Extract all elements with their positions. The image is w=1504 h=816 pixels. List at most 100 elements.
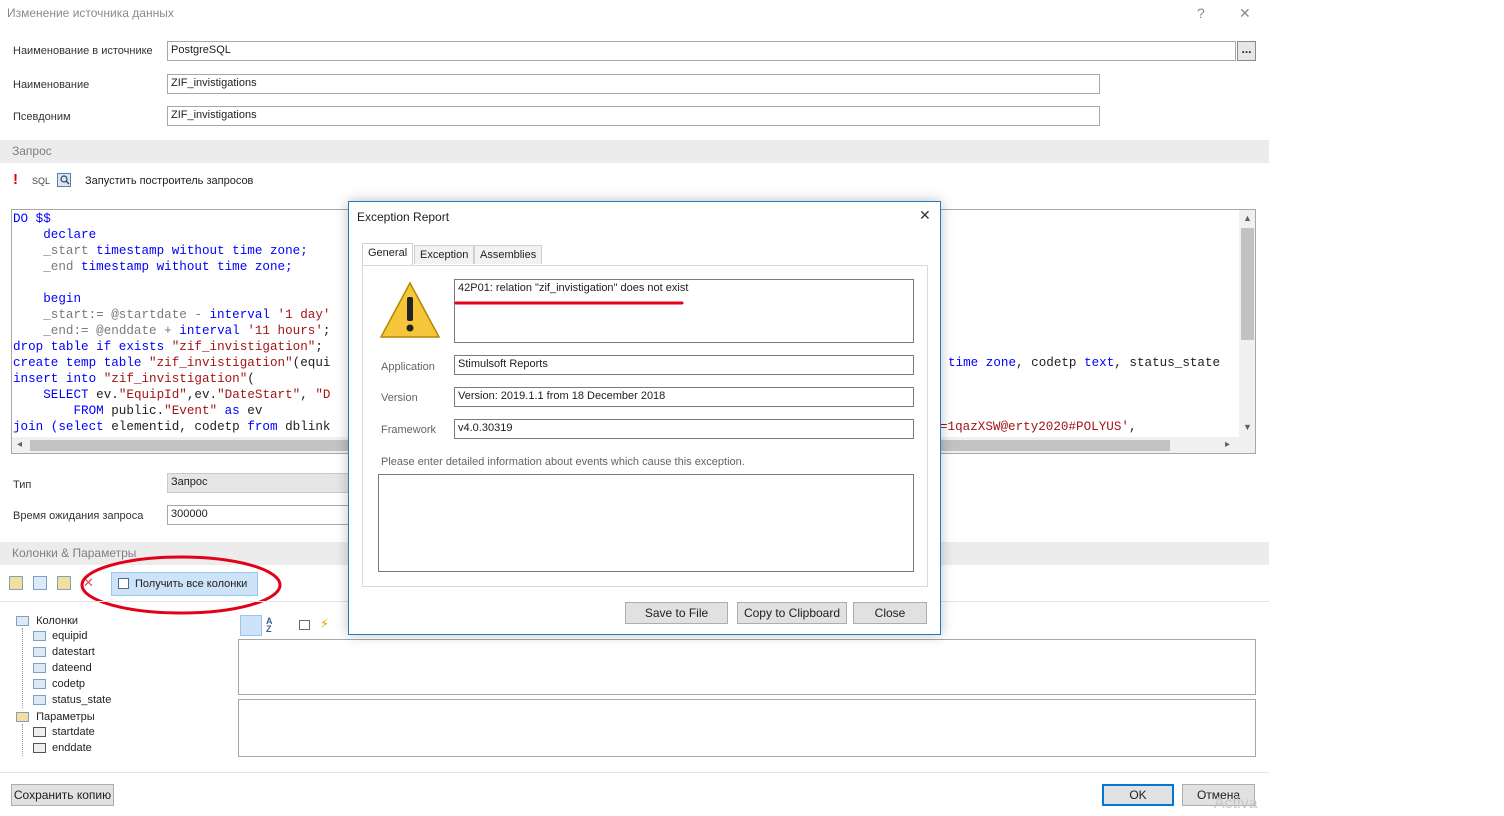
code-line[interactable]: declare <box>13 227 330 243</box>
tab-exception[interactable]: Exception <box>414 245 475 264</box>
code-token: from <box>247 420 286 434</box>
code-token: interval <box>209 308 278 322</box>
save-to-file-button[interactable]: Save to File <box>625 602 728 624</box>
tree-node-columns[interactable]: Колонки <box>16 615 78 627</box>
code-token: join <box>13 420 51 434</box>
exception-message[interactable]: 42P01: relation "zif_invistigation" does… <box>454 279 914 343</box>
tree-item-label: equipid <box>52 630 88 642</box>
tab-general[interactable]: General <box>362 243 414 265</box>
code-line[interactable]: drop table if exists "zif_invistigation"… <box>13 339 330 355</box>
type-select[interactable]: Запрос <box>167 473 349 493</box>
ok-button[interactable]: OK <box>1102 784 1174 806</box>
source-name-field[interactable]: PostgreSQL <box>167 41 1236 61</box>
tree-param-item[interactable]: startdate <box>33 726 95 738</box>
code-line[interactable]: DO $$ <box>13 211 330 227</box>
code-token: _start <box>13 308 89 322</box>
copy-to-clipboard-button[interactable]: Copy to Clipboard <box>737 602 847 624</box>
sql-code-text-right[interactable]: =1qazXSW@erty2020#POLYUS', <box>940 419 1137 435</box>
tree-node-params[interactable]: Параметры <box>16 711 95 723</box>
scroll-up-icon[interactable]: ▲ <box>1243 213 1252 223</box>
code-token: elementid, codetp <box>111 420 248 434</box>
timeout-input[interactable]: 300000 <box>167 505 349 525</box>
categorized-view-icon[interactable] <box>240 615 262 636</box>
column-icon <box>33 647 46 658</box>
code-line[interactable]: create temp table "zif_invistigation"(eq… <box>13 355 330 371</box>
events-icon[interactable]: ⚡ <box>320 616 329 632</box>
code-line[interactable]: _end timestamp without time zone; <box>13 259 330 275</box>
property-description <box>238 699 1256 757</box>
tree-item-label: enddate <box>52 742 92 754</box>
column-icon <box>33 631 46 642</box>
scroll-right-icon[interactable]: ▸ <box>1225 439 1230 450</box>
code-line[interactable]: =1qazXSW@erty2020#POLYUS', <box>940 419 1137 435</box>
code-token: begin <box>13 292 82 306</box>
tree-column-item[interactable]: codetp <box>33 678 85 690</box>
scroll-left-icon[interactable]: ◂ <box>17 439 22 450</box>
code-token: ; <box>315 340 323 354</box>
help-button[interactable]: ? <box>1197 5 1205 21</box>
code-line[interactable]: time zone, codetp text, status_state <box>948 355 1220 371</box>
code-token: ; <box>322 324 331 338</box>
timeout-label: Время ожидания запроса <box>13 510 144 522</box>
code-token: timestamp without time zone; <box>96 244 308 258</box>
code-line[interactable]: join (select elementid, codetp from dbli… <box>13 419 330 435</box>
version-label: Version <box>381 392 418 404</box>
framework-label: Framework <box>381 424 437 436</box>
property-grid[interactable] <box>238 639 1256 695</box>
vertical-scroll-thumb[interactable] <box>1241 228 1254 340</box>
code-token: create temp table <box>13 356 150 370</box>
tree-column-item[interactable]: dateend <box>33 662 92 674</box>
source-browse-button[interactable]: ... <box>1237 41 1256 61</box>
tree-column-item[interactable]: equipid <box>33 630 87 642</box>
sort-az-icon[interactable]: AZ <box>266 617 273 634</box>
code-line[interactable]: _start timestamp without time zone; <box>13 243 330 259</box>
framework-field[interactable]: v4.0.30319 <box>454 419 914 439</box>
code-token: as <box>217 404 248 418</box>
code-token: "EquipId" <box>118 388 187 402</box>
tab-assemblies[interactable]: Assemblies <box>474 245 543 264</box>
code-token: drop table if exists <box>13 340 172 354</box>
code-line[interactable]: FROM public."Event" as ev <box>13 403 330 419</box>
sql-button[interactable]: SQL <box>32 176 50 186</box>
properties-icon[interactable] <box>299 620 310 630</box>
sql-code-text[interactable]: DO $$ declare _start timestamp without t… <box>13 211 330 435</box>
code-line[interactable]: SELECT ev."EquipId",ev."DateStart", "D <box>13 387 330 403</box>
code-token: timestamp without time zone; <box>81 260 293 274</box>
code-line[interactable]: insert into "zif_invistigation"( <box>13 371 330 387</box>
scroll-down-icon[interactable]: ▼ <box>1243 422 1252 432</box>
annotation-ellipse <box>80 555 282 615</box>
code-token: dblink <box>285 420 331 434</box>
new-parameter-icon[interactable] <box>57 576 71 590</box>
alias-field[interactable]: ZIF_invistigations <box>167 106 1100 126</box>
column-icon <box>33 679 46 690</box>
warning-icon[interactable]: ! <box>13 171 18 188</box>
tree-param-item[interactable]: enddate <box>33 742 92 754</box>
tree-guide-line <box>22 628 23 708</box>
window-close-button[interactable]: ✕ <box>1239 5 1251 22</box>
new-column-icon[interactable] <box>9 576 23 590</box>
code-token: _start <box>13 244 97 258</box>
query-builder-icon[interactable] <box>57 173 71 187</box>
code-line[interactable]: _start:= @startdate - interval '1 day' <box>13 307 330 323</box>
tree-column-item[interactable]: status_state <box>33 694 111 706</box>
code-line[interactable] <box>13 275 330 291</box>
save-copy-button[interactable]: Сохранить копию <box>11 784 114 806</box>
code-token: "DateStart" <box>217 388 301 402</box>
query-builder-button[interactable]: Запустить построитель запросов <box>85 175 253 187</box>
code-token: , codetp <box>1016 356 1085 370</box>
code-token: "zif_invistigation" <box>103 372 248 386</box>
dialog-close-button[interactable]: Close <box>853 602 927 624</box>
application-field[interactable]: Stimulsoft Reports <box>454 355 914 375</box>
code-token: "D <box>315 388 331 402</box>
version-field[interactable]: Version: 2019.1.1 from 18 December 2018 <box>454 387 914 407</box>
activation-watermark: Activa <box>1214 795 1258 812</box>
code-line[interactable]: begin <box>13 291 330 307</box>
sql-code-text-right[interactable]: time zone, codetp text, status_state <box>948 355 1220 371</box>
new-calculated-column-icon[interactable] <box>33 576 47 590</box>
dialog-close-icon[interactable]: ✕ <box>919 207 931 224</box>
name-field[interactable]: ZIF_invistigations <box>167 74 1100 94</box>
vertical-scrollbar[interactable]: ▲ ▼ <box>1239 210 1255 437</box>
tree-column-item[interactable]: datestart <box>33 646 95 658</box>
code-line[interactable]: _end:= @enddate + interval '11 hours'; <box>13 323 330 339</box>
details-textarea[interactable] <box>378 474 914 572</box>
